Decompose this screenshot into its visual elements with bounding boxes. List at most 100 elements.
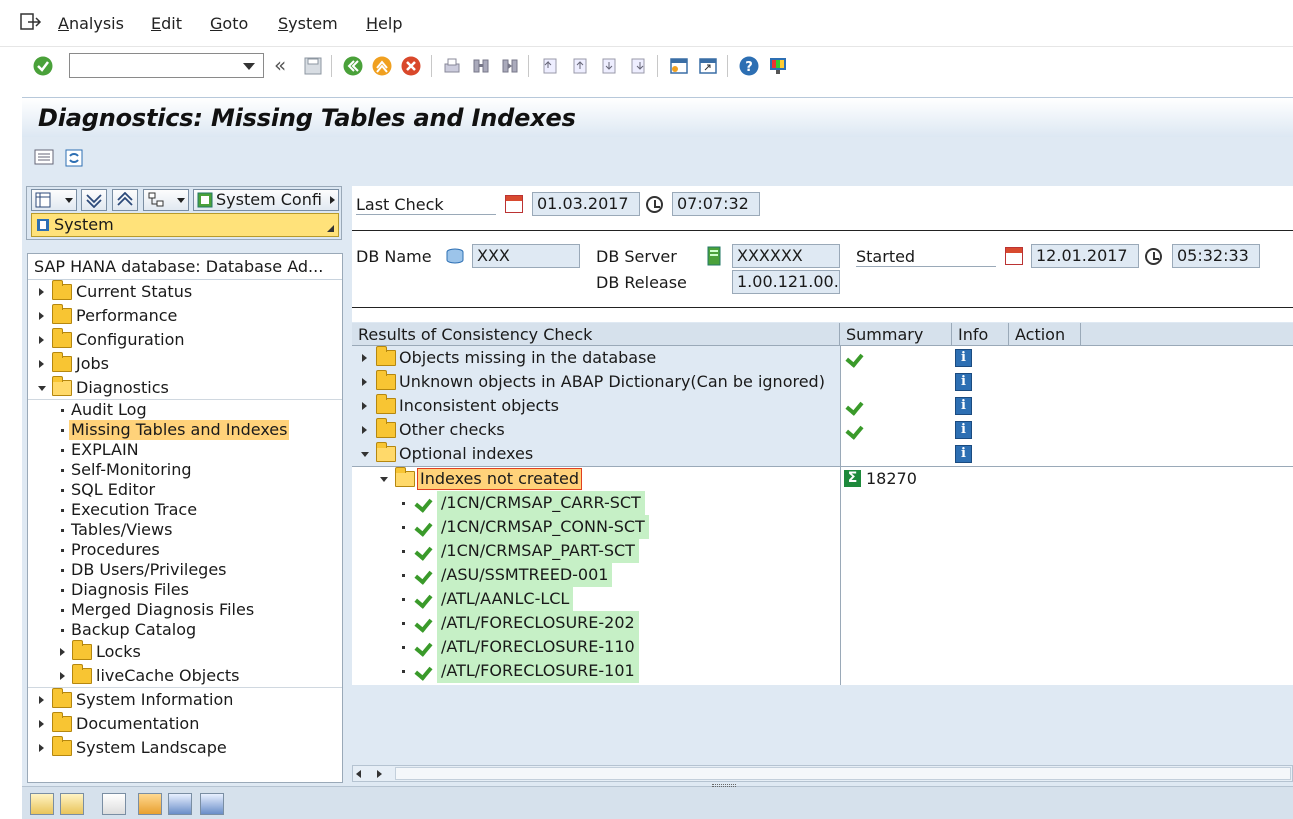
find-icon[interactable] bbox=[102, 793, 126, 815]
enter-icon[interactable] bbox=[33, 56, 53, 76]
expand-icon[interactable] bbox=[362, 402, 367, 410]
expand-icon[interactable] bbox=[39, 336, 44, 344]
index-item-row[interactable]: /1CN/CRMSAP_CONN-SCT bbox=[352, 515, 1293, 539]
find-next-icon[interactable] bbox=[500, 56, 520, 76]
indexes-not-created-row[interactable]: Indexes not created Σ 18270 bbox=[352, 467, 1293, 491]
tree-item-jobs[interactable]: Jobs bbox=[28, 352, 342, 376]
tree-item-system-landscape[interactable]: System Landscape bbox=[28, 736, 342, 760]
column-header-summary[interactable]: Summary bbox=[840, 323, 952, 346]
horizontal-scrollbar[interactable] bbox=[352, 765, 1293, 782]
info-icon[interactable]: i bbox=[955, 445, 972, 463]
tree-item-diagnostics[interactable]: Diagnostics bbox=[28, 376, 342, 400]
collapse-toolbar-icon[interactable]: « bbox=[274, 53, 286, 77]
previous-page-icon[interactable] bbox=[570, 56, 590, 76]
menu-system[interactable]: System bbox=[278, 14, 338, 33]
print-icon[interactable] bbox=[442, 56, 462, 76]
tree-item-db-users[interactable]: DB Users/Privileges bbox=[28, 560, 342, 580]
shortcut-icon[interactable] bbox=[698, 56, 718, 76]
first-page-icon[interactable] bbox=[540, 56, 560, 76]
collapse-icon[interactable] bbox=[380, 477, 388, 482]
expand-icon[interactable] bbox=[39, 288, 44, 296]
last-page-icon[interactable] bbox=[628, 56, 648, 76]
expand-icon[interactable] bbox=[362, 354, 367, 362]
info-icon[interactable]: i bbox=[955, 421, 972, 439]
new-session-icon[interactable] bbox=[669, 56, 689, 76]
tree-item-configuration[interactable]: Configuration bbox=[28, 328, 342, 352]
expand-icon[interactable] bbox=[39, 312, 44, 320]
tree-item-system-information[interactable]: System Information bbox=[28, 688, 342, 712]
scroll-right-icon[interactable] bbox=[377, 770, 382, 778]
index-item-row[interactable]: /ATL/FORECLOSURE-101 bbox=[352, 659, 1293, 683]
category-row[interactable]: Inconsistent objects i bbox=[352, 394, 1293, 418]
print-icon[interactable] bbox=[200, 793, 224, 815]
tree-item-missing-tables[interactable]: Missing Tables and Indexes bbox=[28, 420, 342, 440]
menu-goto[interactable]: Goto bbox=[210, 14, 248, 33]
collapse-icon[interactable] bbox=[361, 452, 369, 457]
tree-item-current-status[interactable]: Current Status bbox=[28, 280, 342, 304]
tree-item-execution-trace[interactable]: Execution Trace bbox=[28, 500, 342, 520]
scroll-left-icon[interactable] bbox=[356, 770, 361, 778]
folder-up-icon[interactable] bbox=[60, 793, 84, 815]
column-header-action[interactable]: Action bbox=[1009, 323, 1081, 346]
index-item-row[interactable]: /ATL/FORECLOSURE-202 bbox=[352, 611, 1293, 635]
resize-handle-icon[interactable] bbox=[327, 225, 334, 232]
back-icon[interactable] bbox=[343, 56, 363, 76]
tree-item-sql-editor[interactable]: SQL Editor bbox=[28, 480, 342, 500]
collapse-all-button[interactable] bbox=[112, 189, 138, 211]
expand-icon[interactable] bbox=[39, 744, 44, 752]
category-row[interactable]: Other checks i bbox=[352, 418, 1293, 442]
index-item-row[interactable]: /ATL/FORECLOSURE-110 bbox=[352, 635, 1293, 659]
system-selector[interactable]: System bbox=[31, 213, 339, 237]
category-row[interactable]: Unknown objects in ABAP Dictionary(Can b… bbox=[352, 370, 1293, 394]
expand-icon[interactable] bbox=[39, 360, 44, 368]
tree-item-merged-diagnosis-files[interactable]: Merged Diagnosis Files bbox=[28, 600, 342, 620]
refresh-icon[interactable] bbox=[63, 147, 85, 169]
tree-item-livecache-objects[interactable]: liveCache Objects bbox=[28, 664, 342, 688]
collapse-icon[interactable] bbox=[38, 386, 46, 391]
tree-item-procedures[interactable]: Procedures bbox=[28, 540, 342, 560]
tree-item-audit-log[interactable]: Audit Log bbox=[28, 400, 342, 420]
system-config-button[interactable]: System Confi bbox=[193, 189, 339, 211]
find-icon[interactable] bbox=[471, 56, 491, 76]
new-folder-icon[interactable] bbox=[30, 793, 54, 815]
tree-item-diagnosis-files[interactable]: Diagnosis Files bbox=[28, 580, 342, 600]
favorites-icon[interactable] bbox=[138, 793, 162, 815]
expand-all-button[interactable] bbox=[81, 189, 107, 211]
customize-layout-icon[interactable] bbox=[768, 56, 788, 76]
command-field[interactable] bbox=[69, 53, 264, 78]
details-list-icon[interactable] bbox=[34, 149, 54, 165]
tree-item-tables-views[interactable]: Tables/Views bbox=[28, 520, 342, 540]
index-item-row[interactable]: /1CN/CRMSAP_CARR-SCT bbox=[352, 491, 1293, 515]
exit-icon[interactable] bbox=[372, 56, 392, 76]
index-item-row[interactable]: /ASU/SSMTREED-001 bbox=[352, 563, 1293, 587]
calendar-icon[interactable] bbox=[1005, 247, 1023, 265]
menu-analysis[interactable]: Analysis bbox=[58, 14, 124, 33]
column-header-info[interactable]: Info bbox=[952, 323, 1009, 346]
info-icon[interactable]: i bbox=[955, 373, 972, 391]
splitter-handle[interactable] bbox=[712, 784, 736, 787]
exit-session-icon[interactable] bbox=[20, 12, 42, 32]
expand-icon[interactable] bbox=[60, 672, 65, 680]
menu-edit[interactable]: Edit bbox=[151, 14, 182, 33]
expand-icon[interactable] bbox=[39, 696, 44, 704]
info-icon[interactable]: i bbox=[955, 349, 972, 367]
tree-item-locks[interactable]: Locks bbox=[28, 640, 342, 664]
category-row[interactable]: Objects missing in the database i bbox=[352, 346, 1293, 370]
hierarchy-button[interactable] bbox=[143, 189, 189, 211]
scroll-thumb[interactable] bbox=[395, 767, 1291, 780]
chevron-down-icon[interactable] bbox=[243, 63, 255, 70]
delete-icon[interactable] bbox=[168, 793, 192, 815]
tree-item-explain[interactable]: EXPLAIN bbox=[28, 440, 342, 460]
expand-icon[interactable] bbox=[362, 378, 367, 386]
expand-icon[interactable] bbox=[39, 720, 44, 728]
layout-button[interactable] bbox=[31, 189, 77, 211]
index-item-row[interactable]: /1CN/CRMSAP_PART-SCT bbox=[352, 539, 1293, 563]
index-item-row[interactable]: /ATL/AANLC-LCL bbox=[352, 587, 1293, 611]
calendar-icon[interactable] bbox=[505, 195, 523, 213]
tree-item-backup-catalog[interactable]: Backup Catalog bbox=[28, 620, 342, 640]
tree-item-performance[interactable]: Performance bbox=[28, 304, 342, 328]
category-row[interactable]: Optional indexes i bbox=[352, 442, 1293, 466]
tree-item-documentation[interactable]: Documentation bbox=[28, 712, 342, 736]
expand-icon[interactable] bbox=[362, 426, 367, 434]
save-icon[interactable] bbox=[303, 56, 323, 76]
